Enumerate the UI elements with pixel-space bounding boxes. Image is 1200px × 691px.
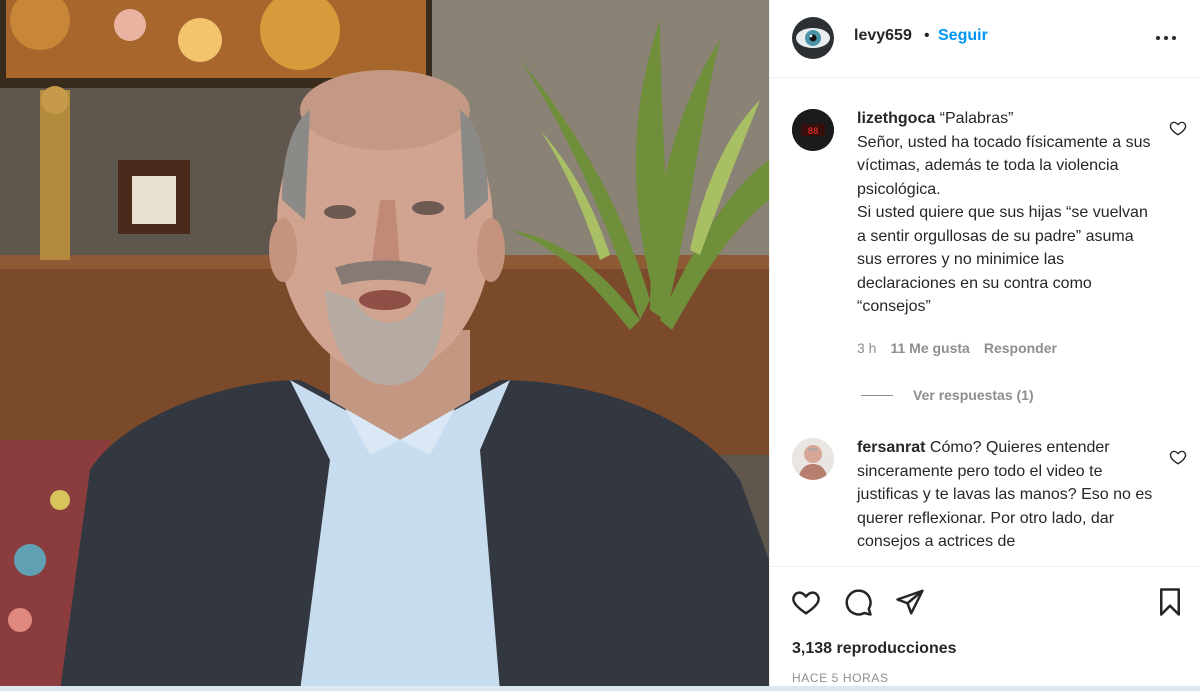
heart-icon[interactable] [1169, 448, 1187, 466]
comment-meta: 3 h 11 Me gusta Responder [857, 340, 1057, 356]
header-separator: • [924, 27, 930, 44]
comment-body: lizethgoca “Palabras” Señor, usted ha to… [857, 107, 1157, 319]
view-count[interactable]: 3,138 reproducciones [792, 640, 957, 658]
video-player[interactable] [0, 0, 769, 691]
share-icon[interactable] [895, 587, 925, 617]
view-replies-label: Ver respuestas (1) [913, 387, 1034, 403]
bookmark-icon[interactable] [1155, 587, 1185, 617]
post-side-panel: levy659 • Seguir 88 lizethgoca “Palabras… [769, 0, 1200, 691]
replies-divider [861, 394, 893, 396]
commenter-avatar[interactable]: 88 [792, 109, 834, 151]
view-replies-button[interactable]: Ver respuestas (1) [861, 387, 1034, 403]
comment-likes[interactable]: 11 Me gusta [890, 340, 969, 356]
commenter-username[interactable]: fersanrat [857, 439, 925, 456]
clock-avatar-image: 88 [792, 109, 834, 151]
follow-button[interactable]: Seguir [938, 27, 988, 45]
commenter-username[interactable]: lizethgoca [857, 110, 935, 127]
heart-icon[interactable] [791, 587, 821, 617]
comment-body: fersanrat Cómo? Quieres entender sincera… [857, 436, 1157, 554]
more-options-icon[interactable] [1154, 28, 1178, 48]
post-timestamp[interactable]: HACE 5 HORAS [792, 671, 889, 685]
comment-age[interactable]: 3 h [857, 340, 876, 356]
post-actions: 3,138 reproducciones HACE 5 HORAS [770, 566, 1200, 691]
video-frame [0, 0, 769, 691]
comments-list[interactable]: 88 lizethgoca “Palabras” Señor, usted ha… [770, 79, 1200, 565]
svg-text:88: 88 [808, 127, 819, 137]
post-header: levy659 • Seguir [770, 0, 1200, 78]
reply-button[interactable]: Responder [984, 340, 1057, 356]
heart-icon[interactable] [1169, 119, 1187, 137]
comment-icon[interactable] [843, 587, 873, 617]
author-avatar[interactable] [792, 17, 834, 59]
comment-text: “Palabras” Señor, usted ha tocado física… [857, 110, 1151, 315]
person-avatar-image [792, 438, 834, 480]
commenter-avatar[interactable] [792, 438, 834, 480]
window-bottom-edge [0, 686, 1200, 691]
author-username[interactable]: levy659 [854, 27, 912, 45]
